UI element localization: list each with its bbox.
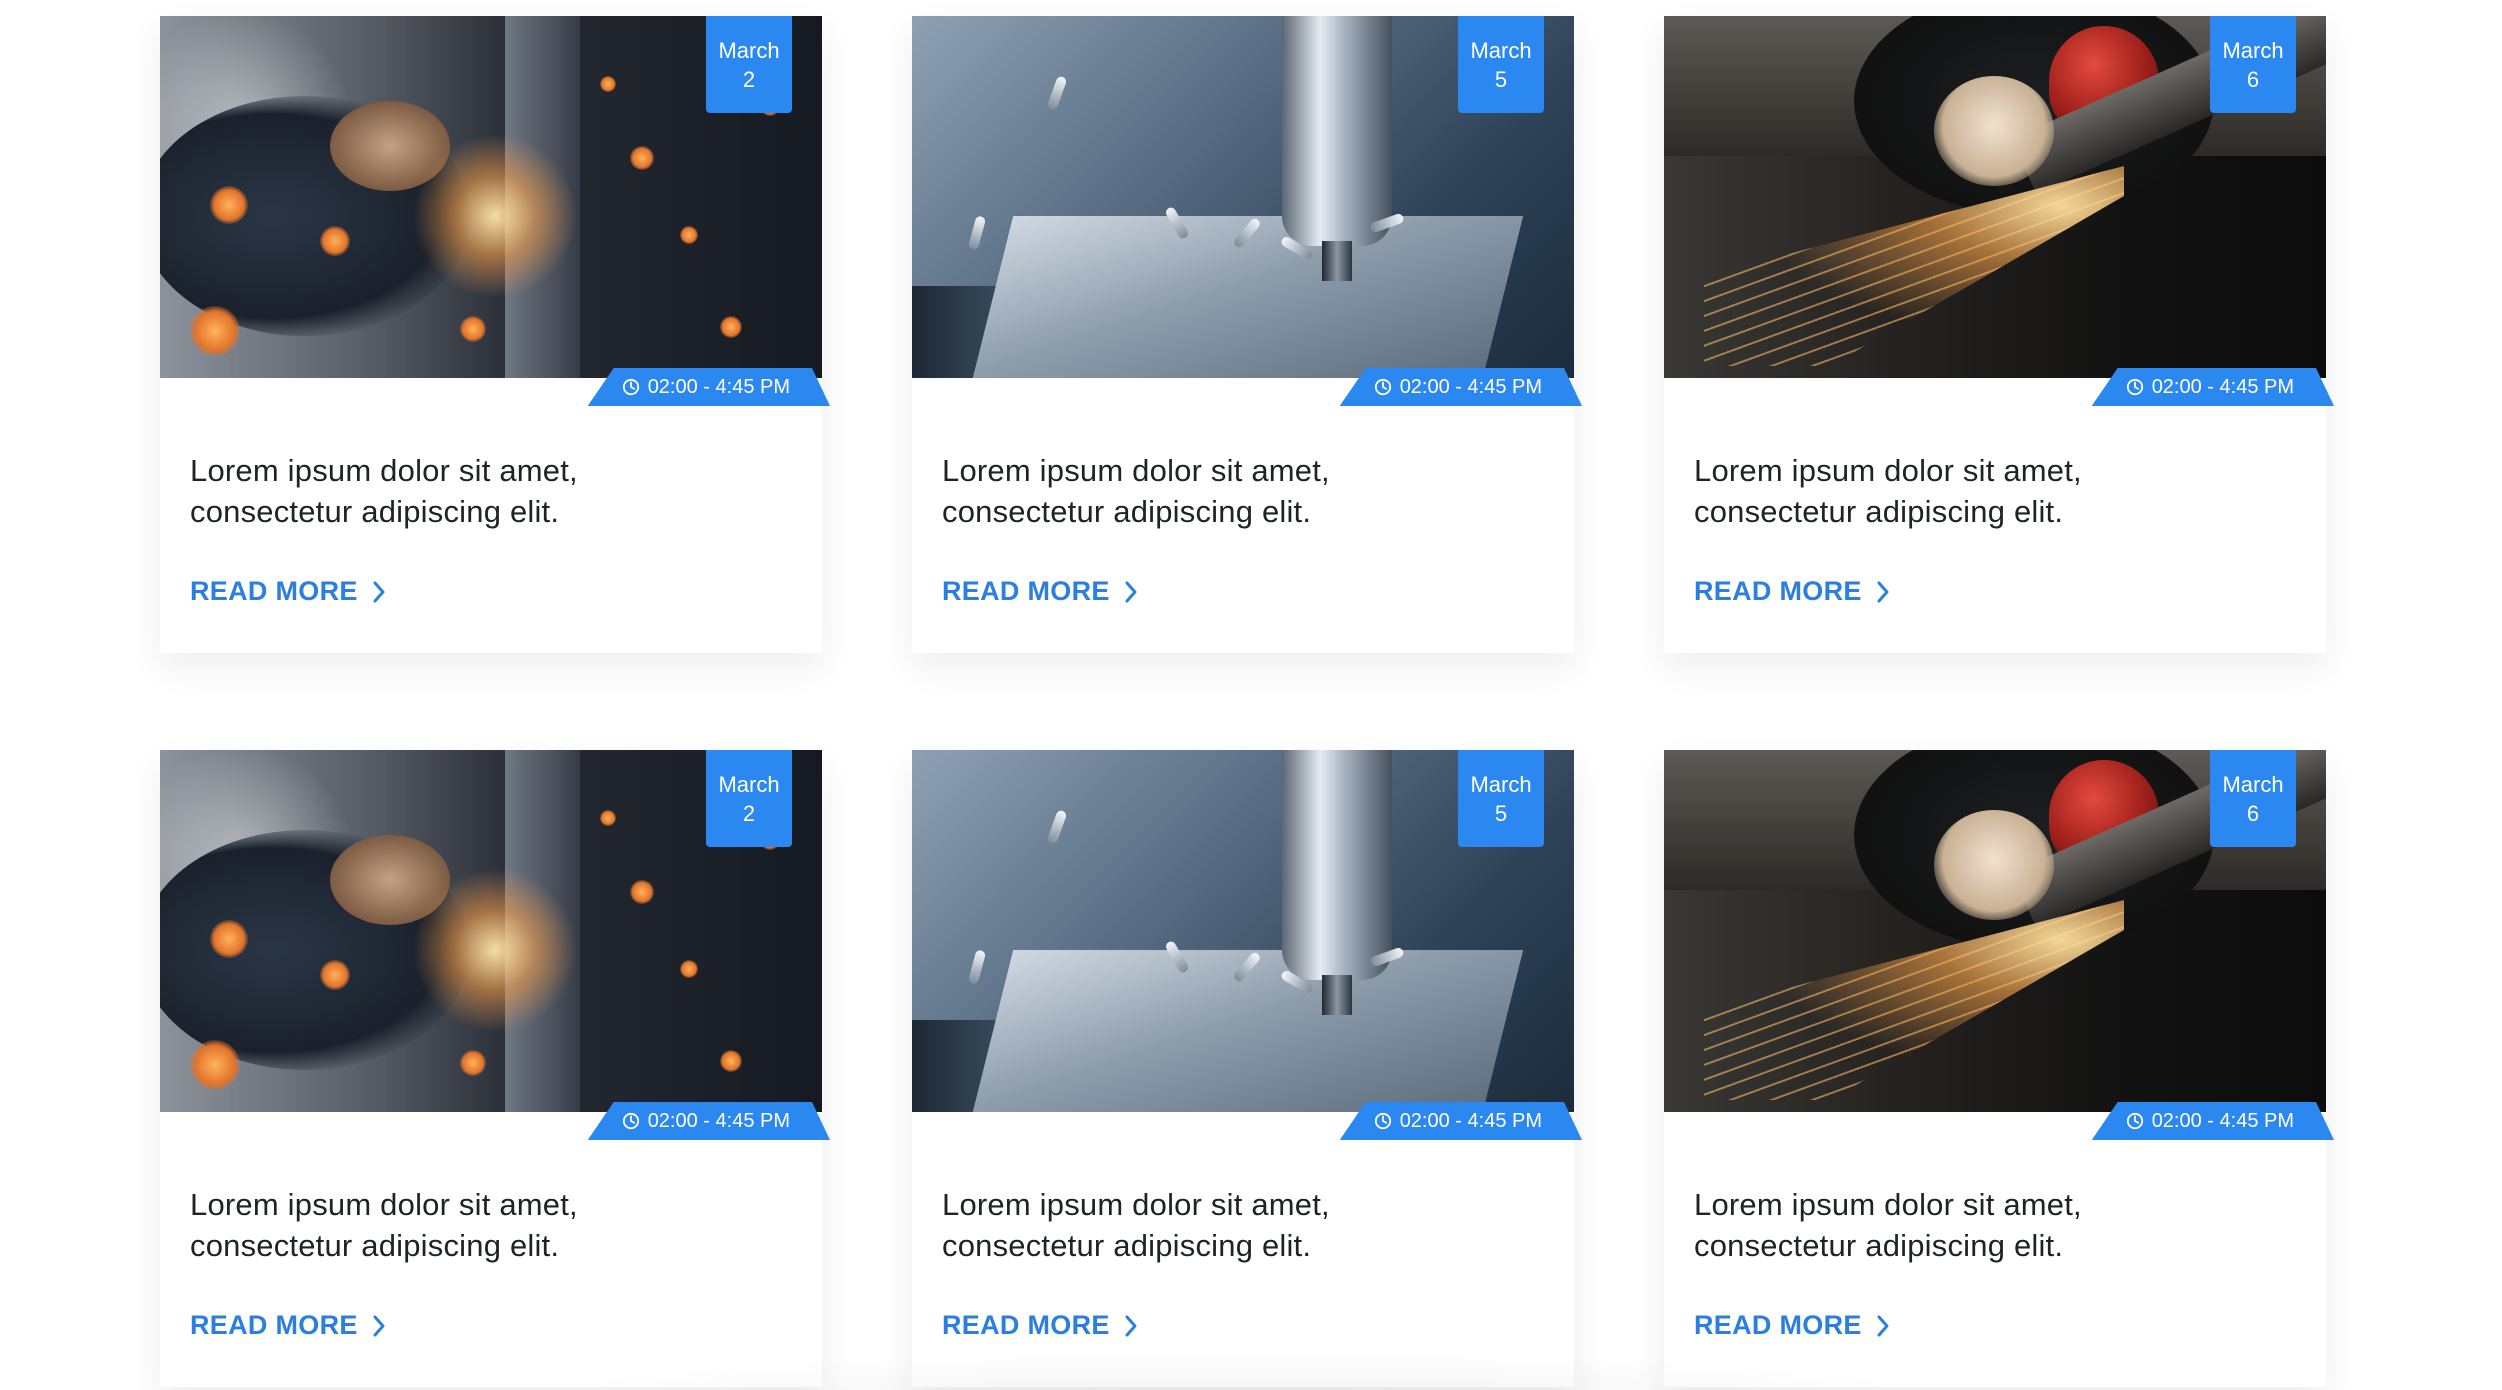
card-title-line-1: Lorem ipsum dolor sit amet, (190, 453, 578, 488)
card-title[interactable]: Lorem ipsum dolor sit amet, consectetur … (1694, 1184, 2296, 1266)
card-title-line-1: Lorem ipsum dolor sit amet, (1694, 1187, 2082, 1222)
clock-icon (2126, 378, 2144, 396)
clock-icon (622, 1112, 640, 1130)
time-range: 02:00 - 4:45 PM (2151, 1109, 2294, 1132)
read-more-link[interactable]: READ MORE (942, 1310, 1138, 1341)
time-range: 02:00 - 4:45 PM (647, 375, 790, 398)
date-day: 6 (2246, 800, 2260, 826)
time-ribbon: 02:00 - 4:45 PM (588, 1102, 830, 1140)
card-title-line-2: consectetur adipiscing elit. (942, 1228, 1312, 1263)
read-more-link[interactable]: READ MORE (190, 1310, 386, 1341)
card-title[interactable]: Lorem ipsum dolor sit amet, consectetur … (942, 1184, 1544, 1266)
event-card[interactable]: March 6 02:00 - 4:45 PM Lorem ipsum dolo… (1664, 750, 2326, 1387)
read-more-label: READ MORE (190, 1310, 358, 1340)
clock-icon (622, 378, 640, 396)
time-ribbon: 02:00 - 4:45 PM (2092, 1102, 2334, 1140)
read-more-label: READ MORE (1694, 576, 1862, 606)
clock-icon (1374, 378, 1392, 396)
event-card[interactable]: March 2 02:00 - 4:45 PM Lorem ipsum dolo… (160, 16, 822, 653)
chevron-right-icon (1877, 1315, 1889, 1336)
event-image-cnc-milling[interactable]: March 5 (912, 750, 1574, 1112)
card-body: Lorem ipsum dolor sit amet, consectetur … (1664, 1112, 2326, 1387)
time-ribbon: 02:00 - 4:45 PM (1340, 368, 1582, 406)
date-day: 5 (1494, 800, 1508, 826)
card-title-line-1: Lorem ipsum dolor sit amet, (942, 1187, 1330, 1222)
card-title-line-1: Lorem ipsum dolor sit amet, (190, 1187, 578, 1222)
date-day: 6 (2246, 66, 2260, 92)
date-badge: March 6 (2210, 750, 2296, 847)
clock-icon (2126, 1112, 2144, 1130)
read-more-link[interactable]: READ MORE (1694, 1310, 1890, 1341)
event-card-grid: March 2 02:00 - 4:45 PM Lorem ipsum dolo… (0, 0, 2502, 1390)
time-range: 02:00 - 4:45 PM (647, 1109, 790, 1132)
event-card[interactable]: March 2 02:00 - 4:45 PM Lorem ipsum dolo… (160, 750, 822, 1387)
date-badge: March 5 (1458, 750, 1544, 847)
read-more-label: READ MORE (1694, 1310, 1862, 1340)
card-body: Lorem ipsum dolor sit amet, consectetur … (160, 378, 822, 653)
read-more-label: READ MORE (942, 576, 1110, 606)
date-month: March (718, 37, 780, 63)
card-title-line-1: Lorem ipsum dolor sit amet, (942, 453, 1330, 488)
card-title[interactable]: Lorem ipsum dolor sit amet, consectetur … (942, 450, 1544, 532)
date-day: 2 (742, 66, 756, 92)
read-more-link[interactable]: READ MORE (1694, 576, 1890, 607)
chevron-right-icon (373, 1315, 385, 1336)
chevron-right-icon (373, 581, 385, 602)
event-card[interactable]: March 6 02:00 - 4:45 PM Lorem ipsum dolo… (1664, 16, 2326, 653)
time-range: 02:00 - 4:45 PM (1399, 375, 1542, 398)
date-month: March (2222, 771, 2284, 797)
time-ribbon: 02:00 - 4:45 PM (2092, 368, 2334, 406)
read-more-link[interactable]: READ MORE (190, 576, 386, 607)
read-more-label: READ MORE (942, 1310, 1110, 1340)
card-body: Lorem ipsum dolor sit amet, consectetur … (912, 1112, 1574, 1387)
card-title-line-2: consectetur adipiscing elit. (190, 1228, 560, 1263)
date-month: March (1470, 37, 1532, 63)
date-month: March (2222, 37, 2284, 63)
read-more-label: READ MORE (190, 576, 358, 606)
event-image-cnc-milling[interactable]: March 5 (912, 16, 1574, 378)
time-ribbon: 02:00 - 4:45 PM (588, 368, 830, 406)
event-image-grinding-sparks[interactable]: March 2 (160, 750, 822, 1112)
date-badge: March 6 (2210, 16, 2296, 113)
date-badge: March 2 (706, 16, 792, 113)
chevron-right-icon (1877, 581, 1889, 602)
card-title-line-1: Lorem ipsum dolor sit amet, (1694, 453, 2082, 488)
date-month: March (1470, 771, 1532, 797)
chevron-right-icon (1125, 1315, 1137, 1336)
read-more-link[interactable]: READ MORE (942, 576, 1138, 607)
event-card[interactable]: March 5 02:00 - 4:45 PM Lorem ipsum dolo… (912, 750, 1574, 1387)
date-badge: March 2 (706, 750, 792, 847)
time-range: 02:00 - 4:45 PM (1399, 1109, 1542, 1132)
card-body: Lorem ipsum dolor sit amet, consectetur … (912, 378, 1574, 653)
card-title-line-2: consectetur adipiscing elit. (1694, 1228, 2064, 1263)
chevron-right-icon (1125, 581, 1137, 602)
card-body: Lorem ipsum dolor sit amet, consectetur … (1664, 378, 2326, 653)
clock-icon (1374, 1112, 1392, 1130)
card-title-line-2: consectetur adipiscing elit. (1694, 494, 2064, 529)
date-month: March (718, 771, 780, 797)
event-image-grinding-sparks[interactable]: March 2 (160, 16, 822, 378)
event-image-welding-sparks[interactable]: March 6 (1664, 16, 2326, 378)
card-body: Lorem ipsum dolor sit amet, consectetur … (160, 1112, 822, 1387)
card-title-line-2: consectetur adipiscing elit. (190, 494, 560, 529)
date-badge: March 5 (1458, 16, 1544, 113)
card-title[interactable]: Lorem ipsum dolor sit amet, consectetur … (190, 450, 792, 532)
card-title[interactable]: Lorem ipsum dolor sit amet, consectetur … (190, 1184, 792, 1266)
card-title-line-2: consectetur adipiscing elit. (942, 494, 1312, 529)
date-day: 5 (1494, 66, 1508, 92)
card-title[interactable]: Lorem ipsum dolor sit amet, consectetur … (1694, 450, 2296, 532)
event-image-welding-sparks[interactable]: March 6 (1664, 750, 2326, 1112)
time-range: 02:00 - 4:45 PM (2151, 375, 2294, 398)
event-card[interactable]: March 5 02:00 - 4:45 PM Lorem ipsum dolo… (912, 16, 1574, 653)
date-day: 2 (742, 800, 756, 826)
time-ribbon: 02:00 - 4:45 PM (1340, 1102, 1582, 1140)
